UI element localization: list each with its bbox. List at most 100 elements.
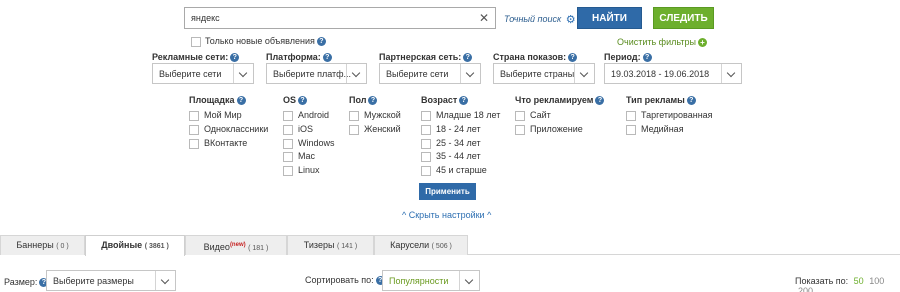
period-select[interactable]: 19.03.2018 - 19.06.2018 bbox=[604, 63, 742, 84]
help-icon[interactable]: ? bbox=[595, 96, 605, 106]
checkbox[interactable] bbox=[515, 124, 525, 135]
help-icon[interactable]: ? bbox=[236, 96, 246, 106]
country-select[interactable]: Выберите страны bbox=[493, 63, 595, 84]
checkbox[interactable] bbox=[283, 138, 293, 149]
new-badge: (new) bbox=[229, 242, 246, 248]
checkbox[interactable] bbox=[421, 124, 431, 135]
hide-settings-link[interactable]: ^ Скрыть настройки ^ bbox=[402, 210, 491, 220]
follow-button[interactable]: СЛЕДИТЬ bbox=[653, 7, 714, 29]
checkbox[interactable] bbox=[191, 36, 201, 47]
page-size-control: Показать по: 50 100 200 bbox=[795, 276, 900, 292]
help-icon[interactable]: ? bbox=[230, 53, 240, 63]
hide-settings-label: Скрыть настройки bbox=[408, 210, 485, 220]
option-female[interactable]: Женский bbox=[349, 124, 401, 135]
tab-double[interactable]: Двойные ( 3861 ) bbox=[85, 235, 185, 256]
os-group-title: OS? bbox=[283, 95, 308, 106]
page-size-50[interactable]: 50 bbox=[854, 276, 864, 286]
checkbox[interactable] bbox=[283, 124, 293, 135]
checkbox[interactable] bbox=[626, 124, 636, 135]
select-value: Популярности bbox=[389, 276, 449, 286]
size-select[interactable]: Выберите размеры bbox=[46, 270, 176, 291]
checkbox[interactable] bbox=[189, 110, 199, 121]
chevron-down-icon[interactable] bbox=[574, 64, 594, 83]
apply-button[interactable]: Применить bbox=[419, 183, 476, 200]
exact-search-toggle[interactable]: Точный поиск ⚙ bbox=[504, 13, 576, 26]
tab-carousels[interactable]: Карусели ( 506 ) bbox=[374, 235, 468, 255]
select-value: Выберите сети bbox=[159, 69, 222, 79]
chevron-down-icon[interactable] bbox=[460, 64, 480, 83]
option-vkontakte[interactable]: ВКонтакте bbox=[189, 138, 247, 149]
help-icon[interactable]: ? bbox=[368, 96, 378, 106]
option-windows[interactable]: Windows bbox=[283, 138, 335, 149]
checkbox[interactable] bbox=[283, 151, 293, 162]
checkbox[interactable] bbox=[349, 110, 359, 121]
help-icon[interactable]: ? bbox=[642, 53, 652, 63]
chevron-down-icon[interactable] bbox=[155, 271, 175, 290]
option-android[interactable]: Android bbox=[283, 110, 329, 121]
page-size-200[interactable]: 200 bbox=[798, 286, 813, 292]
checkbox[interactable] bbox=[349, 124, 359, 135]
close-icon[interactable]: ✕ bbox=[479, 11, 489, 25]
age-group-title: Возраст? bbox=[421, 95, 469, 106]
clear-filters-link[interactable]: Очистить фильтры + bbox=[617, 37, 707, 48]
help-icon[interactable]: ? bbox=[298, 96, 308, 106]
option-male[interactable]: Мужской bbox=[349, 110, 401, 121]
page-size-label: Показать по: bbox=[795, 276, 849, 286]
checkbox[interactable] bbox=[189, 124, 199, 135]
option-targeted[interactable]: Таргетированная bbox=[626, 110, 713, 121]
checkbox[interactable] bbox=[421, 151, 431, 162]
chevron-down-icon[interactable] bbox=[346, 64, 366, 83]
option-age-18-24[interactable]: 18 - 24 лет bbox=[421, 124, 481, 135]
only-new-ads-checkbox[interactable]: Только новые объявления? bbox=[191, 36, 326, 47]
help-icon[interactable]: ? bbox=[322, 53, 332, 63]
option-age-45-plus[interactable]: 45 и старше bbox=[421, 165, 487, 176]
country-label: Страна показов:? bbox=[493, 52, 578, 63]
search-box[interactable]: ✕ bbox=[184, 7, 496, 29]
ad-networks-select[interactable]: Выберите сети bbox=[152, 63, 254, 84]
option-mac[interactable]: Mac bbox=[283, 151, 315, 162]
chevron-down-icon[interactable] bbox=[459, 271, 479, 290]
option-age-35-44[interactable]: 35 - 44 лет bbox=[421, 151, 481, 162]
option-label: 35 - 44 лет bbox=[436, 151, 481, 161]
option-media[interactable]: Медийная bbox=[626, 124, 684, 135]
checkbox[interactable] bbox=[421, 110, 431, 121]
option-label: 18 - 24 лет bbox=[436, 124, 481, 134]
option-age-under-18[interactable]: Младше 18 лет bbox=[421, 110, 500, 121]
exact-search-label: Точный поиск bbox=[504, 13, 562, 24]
checkbox[interactable] bbox=[189, 138, 199, 149]
select-value: Выберите размеры bbox=[53, 276, 134, 286]
tab-teasers[interactable]: Тизеры ( 141 ) bbox=[287, 235, 374, 255]
search-input[interactable] bbox=[191, 11, 461, 25]
option-my-mir[interactable]: Мой Мир bbox=[189, 110, 242, 121]
checkbox[interactable] bbox=[283, 110, 293, 121]
platform-select[interactable]: Выберите платф... bbox=[266, 63, 367, 84]
checkbox[interactable] bbox=[515, 110, 525, 121]
tab-banners[interactable]: Баннеры ( 0 ) bbox=[0, 235, 85, 255]
help-icon[interactable]: ? bbox=[463, 53, 473, 63]
partner-network-select[interactable]: Выберите сети bbox=[379, 63, 481, 84]
option-site[interactable]: Сайт bbox=[515, 110, 551, 121]
chevron-down-icon[interactable] bbox=[233, 64, 253, 83]
option-app[interactable]: Приложение bbox=[515, 124, 583, 135]
select-value: Выберите сети bbox=[386, 69, 449, 79]
sort-select[interactable]: Популярности bbox=[382, 270, 480, 291]
checkbox[interactable] bbox=[421, 165, 431, 176]
help-icon[interactable]: ? bbox=[316, 37, 326, 47]
chevron-down-icon[interactable] bbox=[721, 64, 741, 83]
option-linux[interactable]: Linux bbox=[283, 165, 320, 176]
option-label: Сайт bbox=[530, 110, 551, 120]
help-icon[interactable]: ? bbox=[568, 53, 578, 63]
option-ios[interactable]: iOS bbox=[283, 124, 313, 135]
find-button[interactable]: НАЙТИ bbox=[577, 7, 642, 29]
help-icon[interactable]: ? bbox=[686, 96, 696, 106]
option-age-25-34[interactable]: 25 - 34 лет bbox=[421, 138, 481, 149]
help-icon[interactable]: ? bbox=[459, 96, 469, 106]
tab-video[interactable]: Видео(new) ( 181 ) bbox=[185, 235, 287, 255]
size-label: Размер:? bbox=[4, 277, 49, 288]
checkbox[interactable] bbox=[283, 165, 293, 176]
option-odnoklassniki[interactable]: Одноклассники bbox=[189, 124, 268, 135]
gear-icon[interactable]: ⚙ bbox=[566, 13, 576, 26]
checkbox[interactable] bbox=[626, 110, 636, 121]
checkbox[interactable] bbox=[421, 138, 431, 149]
page-size-100[interactable]: 100 bbox=[869, 276, 884, 286]
